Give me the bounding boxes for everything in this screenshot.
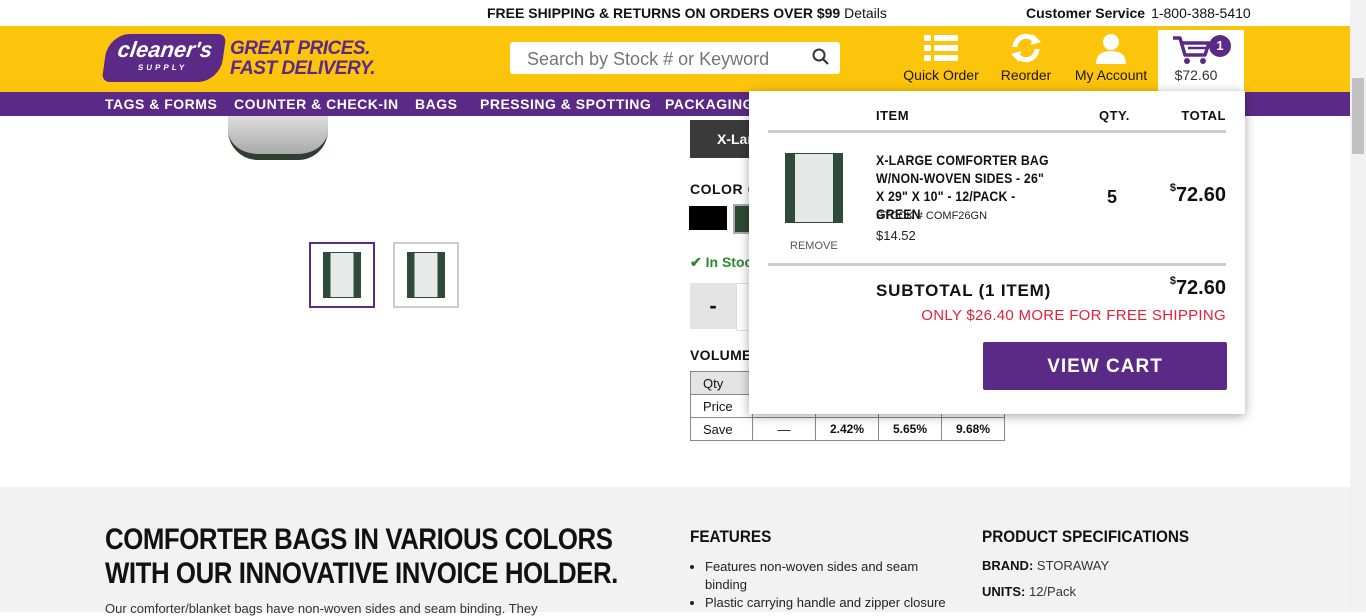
reorder-label: Reorder <box>1000 67 1052 83</box>
col-total-header: TOTAL <box>1181 108 1226 123</box>
check-icon: ✔ <box>690 254 702 270</box>
nav-packaging[interactable]: PACKAGING <box>665 96 754 112</box>
subtotal-label: SUBTOTAL (1 ITEM) <box>876 281 1052 300</box>
table-cell: 9.68% <box>941 417 1005 441</box>
subtotal-amount: 72.60 <box>1175 277 1226 299</box>
bag-thumb-image <box>323 252 361 298</box>
tagline-line2: FAST DELIVERY. <box>230 58 376 79</box>
refresh-icon <box>996 32 1056 64</box>
view-cart-button[interactable]: VIEW CART <box>983 342 1227 390</box>
table-cell: Price <box>690 394 753 418</box>
table-cell: — <box>752 417 816 441</box>
cart-count-badge: 1 <box>1209 35 1231 57</box>
search-input[interactable] <box>525 46 809 72</box>
mini-cart-dropdown: ITEM QTY. TOTAL X-LARGE COMFORTER BAG W/… <box>749 91 1245 414</box>
reorder-button[interactable]: Reorder <box>996 32 1056 83</box>
divider <box>768 130 1226 133</box>
spec-units: UNITS: 12/Pack <box>982 584 1076 599</box>
cart-item-total-value: 72.60 <box>1175 184 1226 206</box>
features-list: Features non-woven sides and seam bindin… <box>690 558 960 612</box>
shipping-promo: FREE SHIPPING & RETURNS ON ORDERS OVER $… <box>487 5 887 21</box>
nav-pressing-spotting[interactable]: PRESSING & SPOTTING <box>480 96 651 112</box>
product-main-image[interactable] <box>228 116 328 160</box>
account-label: My Account <box>1074 67 1148 83</box>
cart-item-total: $72.60 <box>1169 182 1226 207</box>
currency-symbol: $ <box>1169 275 1176 287</box>
table-row: Save — 2.42% 5.65% 9.68% <box>690 417 1005 441</box>
subtotal-value: $72.60 <box>1169 275 1226 300</box>
nav-tags-forms[interactable]: TAGS & FORMS <box>105 96 217 112</box>
product-headline: COMFORTER BAGS IN VARIOUS COLORS WITH OU… <box>105 523 618 591</box>
cart-icon <box>1172 35 1212 70</box>
product-description: Our comforter/blanket bags have non-wove… <box>105 601 538 616</box>
tagline-line1: GREAT PRICES. <box>230 38 370 59</box>
cart-item-qty: 5 <box>1107 187 1118 207</box>
product-thumbnail-1[interactable] <box>309 242 375 308</box>
details-link[interactable]: Details <box>844 5 887 21</box>
features-title: FEATURES <box>690 527 772 546</box>
quick-order-label: Quick Order <box>903 67 979 83</box>
table-cell: Qty <box>690 371 753 395</box>
logo-wordmark: cleaner's <box>116 37 215 62</box>
spec-units-value: 12/Pack <box>1028 584 1076 599</box>
user-icon <box>1072 32 1150 64</box>
cart-item-image[interactable] <box>785 153 843 223</box>
cart-total-label: $72.60 <box>1174 67 1218 83</box>
nav-counter-checkin[interactable]: COUNTER & CHECK-IN <box>234 96 399 112</box>
size-option-label: X-Lar <box>717 131 753 147</box>
table-cell: 5.65% <box>878 417 942 441</box>
nav-bags[interactable]: BAGS <box>415 96 457 112</box>
divider <box>768 263 1226 266</box>
product-thumbnail-2[interactable] <box>393 242 459 308</box>
headline-line2: WITH OUR INNOVATIVE INVOICE HOLDER. <box>105 557 618 590</box>
spec-brand-label: BRAND: <box>982 558 1034 573</box>
remove-item-link[interactable]: REMOVE <box>790 240 838 252</box>
top-banner: FREE SHIPPING & RETURNS ON ORDERS OVER $… <box>0 0 1350 26</box>
spec-units-label: UNITS: <box>982 584 1026 599</box>
customer-service-label: Customer Service <box>1026 5 1146 21</box>
color-swatch-black[interactable] <box>689 206 727 230</box>
my-account-button[interactable]: My Account <box>1072 32 1150 83</box>
tagline: GREAT PRICES. FAST DELIVERY. <box>230 38 376 79</box>
table-cell: 2.42% <box>815 417 879 441</box>
spec-brand: BRAND: STORAWAY <box>982 558 1109 573</box>
headline-line1: COMFORTER BAGS IN VARIOUS COLORS <box>105 523 613 556</box>
site-logo[interactable]: cleaner's SUPPLY <box>101 34 227 82</box>
quick-order-button[interactable]: Quick Order <box>902 32 980 83</box>
list-icon <box>902 32 980 64</box>
color-label-text: COLOR <box>690 181 744 197</box>
free-shipping-message: ONLY $26.40 MORE FOR FREE SHIPPING <box>921 307 1226 324</box>
logo-subtext: SUPPLY <box>137 63 188 72</box>
cart-item-price: $14.52 <box>876 228 916 243</box>
bag-thumb-image <box>407 252 445 298</box>
stock-status: ✔ In Stoc <box>690 254 752 271</box>
cart-item-stock: STOCK # COMF26GN <box>876 210 988 222</box>
customer-service: Customer Service 1-800-388-5410 <box>1026 5 1251 21</box>
qty-decrement-button[interactable]: - <box>690 283 736 329</box>
spec-brand-value: STORAWAY <box>1036 558 1110 573</box>
table-cell: Save <box>690 417 753 441</box>
specs-title: PRODUCT SPECIFICATIONS <box>982 527 1190 546</box>
customer-service-phone[interactable]: 1-800-388-5410 <box>1151 5 1251 21</box>
search-icon[interactable] <box>812 48 830 71</box>
shipping-promo-text: FREE SHIPPING & RETURNS ON ORDERS OVER $… <box>487 5 841 21</box>
search-box <box>510 42 840 74</box>
stock-status-text: In Stoc <box>705 254 753 270</box>
list-item: Features non-woven sides and seam bindin… <box>705 558 960 594</box>
currency-symbol: $ <box>1169 182 1176 194</box>
scrollbar-thumb[interactable] <box>1352 78 1364 154</box>
list-item: Plastic carrying handle and zipper closu… <box>705 594 960 612</box>
col-item-header: ITEM <box>876 108 910 123</box>
col-qty-header: QTY. <box>1099 108 1130 123</box>
